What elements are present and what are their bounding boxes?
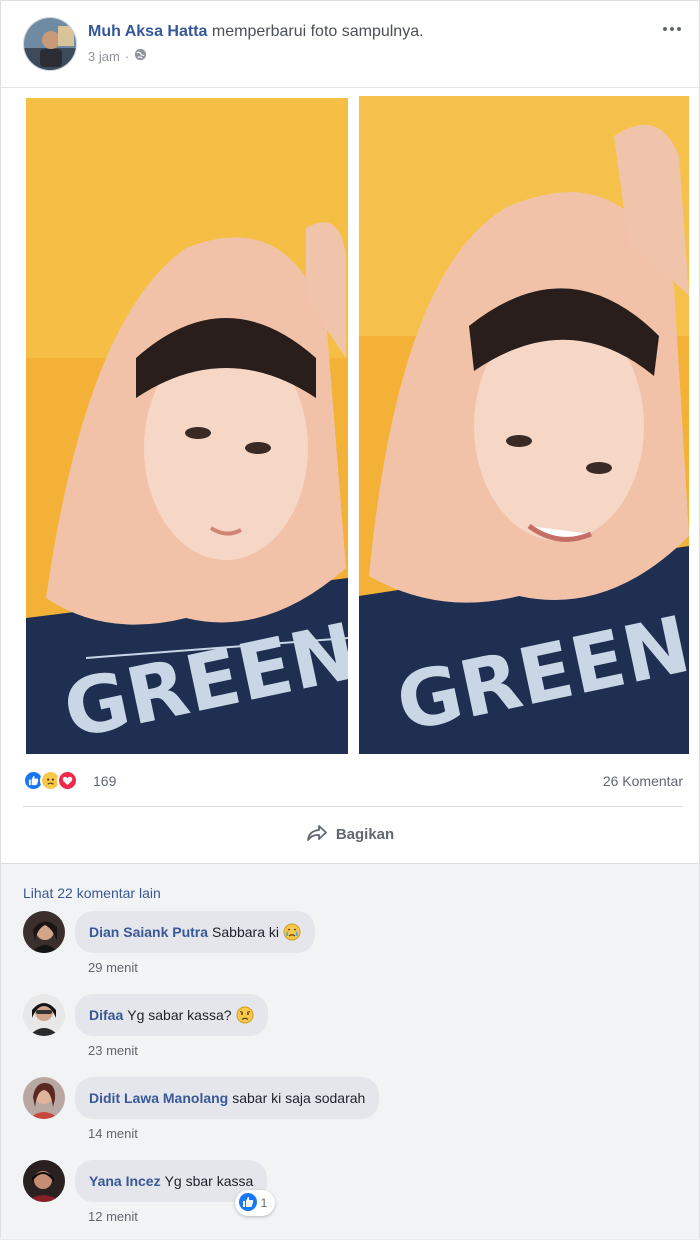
post-title-line: Muh Aksa Hatta memperbarui foto sampulny…	[88, 23, 424, 41]
dot-separator: ·	[124, 48, 130, 64]
comment-text: Yg sabar kassa?	[127, 1007, 232, 1023]
comment-item: Difaa Yg sabar kassa? 23 menit	[23, 994, 683, 1074]
comment-text: Sabbara ki	[212, 924, 279, 940]
reaction-count[interactable]: 169	[93, 773, 116, 789]
photo-grid: GREEN GREEN	[1, 87, 699, 754]
commenter-name[interactable]: Didit Lawa Manolang	[89, 1090, 228, 1106]
comment-like-badge[interactable]: 1	[234, 1190, 276, 1216]
comments-section: Lihat 22 komentar lain Dian Saiank Putra…	[1, 863, 699, 1239]
crying-face-icon	[283, 923, 301, 941]
commenter-name[interactable]: Difaa	[89, 1007, 123, 1023]
comment-item: Dian Saiank Putra Sabbara ki 29 menit	[23, 911, 683, 991]
share-label: Bagikan	[335, 825, 395, 843]
comment-timestamp[interactable]: 12 menit	[88, 1209, 138, 1224]
reaction-icons[interactable]	[23, 770, 78, 791]
commenter-name[interactable]: Dian Saiank Putra	[89, 924, 208, 940]
post-card: Muh Aksa Hatta memperbarui foto sampulny…	[0, 0, 700, 1239]
comment-timestamp[interactable]: 29 menit	[88, 960, 138, 975]
share-icon	[306, 824, 328, 845]
divider	[23, 806, 683, 807]
globe-icon[interactable]	[134, 48, 147, 64]
view-more-comments-link[interactable]: Lihat 22 komentar lain	[23, 885, 161, 901]
worried-face-icon	[236, 1006, 254, 1024]
comment-text: Yg sbar kassa	[164, 1173, 254, 1189]
comment-bubble: Difaa Yg sabar kassa?	[75, 994, 268, 1036]
like-reaction-icon	[238, 1192, 257, 1214]
author-name[interactable]: Muh Aksa Hatta	[88, 23, 207, 40]
comment-bubble: Dian Saiank Putra Sabbara ki	[75, 911, 315, 953]
comment-count[interactable]: 26 Komentar	[603, 773, 683, 789]
commenter-avatar[interactable]	[23, 911, 65, 953]
comment-item: Yana Incez Yg sbar kassa 1 12 menit	[23, 1160, 683, 1240]
comment-text: sabar ki saja sodarah	[232, 1090, 366, 1106]
more-options-icon[interactable]	[659, 21, 685, 37]
comment-bubble: Didit Lawa Manolang sabar ki saja sodara…	[75, 1077, 380, 1119]
post-timestamp[interactable]: 3 jam	[88, 49, 120, 64]
photo-right[interactable]: GREEN	[359, 96, 689, 754]
post-header: Muh Aksa Hatta memperbarui foto sampulny…	[1, 1, 699, 87]
author-avatar[interactable]	[23, 17, 77, 71]
comment-bubble: Yana Incez Yg sbar kassa 1	[75, 1160, 276, 1216]
commenter-name[interactable]: Yana Incez	[89, 1173, 161, 1189]
comment-like-count: 1	[260, 1196, 268, 1210]
commenter-avatar[interactable]	[23, 994, 65, 1036]
commenter-avatar[interactable]	[23, 1077, 65, 1119]
photo-left[interactable]: GREEN	[26, 98, 348, 754]
post-action-text: memperbarui foto sampulnya.	[211, 23, 424, 40]
comment-item: Didit Lawa Manolang sabar ki saja sodara…	[23, 1077, 683, 1157]
love-reaction-icon	[57, 770, 78, 791]
comment-timestamp[interactable]: 23 menit	[88, 1043, 138, 1058]
share-button[interactable]: Bagikan	[1, 811, 699, 857]
post-stats: 169 26 Komentar	[1, 761, 699, 801]
comment-timestamp[interactable]: 14 menit	[88, 1126, 138, 1141]
post-meta: 3 jam ·	[88, 48, 147, 64]
commenter-avatar[interactable]	[23, 1160, 65, 1202]
